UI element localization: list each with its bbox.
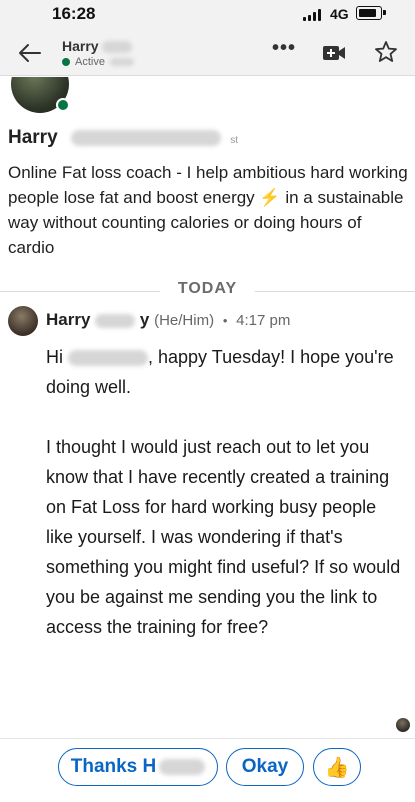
arrow-left-icon — [19, 44, 41, 62]
back-button[interactable] — [16, 40, 44, 66]
message-header: Harry y (He/Him) • 4:17 pm — [46, 310, 290, 330]
sender-avatar[interactable] — [8, 306, 38, 336]
redacted-text — [159, 759, 206, 775]
seen-receipt-avatar — [396, 718, 410, 732]
redacted-text — [109, 58, 134, 66]
profile-name-tail: st — [230, 135, 238, 146]
quick-reply-thumbs-up[interactable]: 👍 — [313, 748, 361, 786]
redacted-text — [102, 41, 133, 54]
quick-reply-okay[interactable]: Okay — [226, 748, 304, 786]
online-indicator-icon — [56, 98, 70, 112]
date-divider: TODAY — [0, 280, 415, 302]
profile-name[interactable]: Harry st — [8, 127, 238, 149]
quick-reply-okay-label: Okay — [241, 756, 289, 777]
video-call-button[interactable] — [320, 40, 348, 66]
conversation-header: Harry Active ••• — [0, 30, 415, 76]
message-time: 4:17 pm — [236, 312, 291, 329]
sender-pronouns: (He/Him) — [154, 312, 215, 329]
sender-name[interactable]: Harry — [46, 310, 90, 329]
lightning-icon: ⚡ — [259, 188, 281, 207]
profile-name-text: Harry — [8, 127, 58, 148]
quick-reply-thanks[interactable]: Thanks H — [58, 748, 218, 786]
online-dot-icon — [62, 58, 70, 66]
status-time: 16:28 — [52, 4, 96, 23]
signal-icon — [303, 9, 321, 21]
message-paragraph: I thought I would just reach out to let … — [46, 437, 401, 637]
sender-name-tail: y — [139, 310, 150, 329]
separator: • — [222, 313, 228, 328]
message-greeting: Hi , happy Tuesday! I hope you're doing … — [46, 342, 406, 402]
star-button[interactable] — [373, 39, 399, 65]
network-label: 4G — [330, 6, 349, 22]
profile-avatar[interactable] — [8, 77, 70, 115]
star-icon — [375, 41, 397, 62]
profile-headline: Online Fat loss coach - I help ambitious… — [8, 160, 408, 260]
redacted-text — [68, 350, 149, 367]
redacted-text — [95, 313, 136, 328]
thumbs-up-icon: 👍 — [324, 756, 350, 779]
battery-icon — [356, 6, 386, 20]
status-bar: 16:28 4G — [0, 0, 415, 30]
greeting-start: Hi — [46, 347, 63, 367]
presence-label: Active — [75, 56, 105, 68]
video-camera-icon — [323, 46, 345, 60]
contact-name-text: Harry — [62, 38, 99, 54]
more-options-icon[interactable]: ••• — [272, 38, 296, 64]
date-divider-label: TODAY — [160, 280, 255, 298]
presence-status: Active — [62, 56, 134, 68]
redacted-text — [70, 129, 221, 146]
quick-reply-thanks-label: Thanks H — [70, 756, 157, 777]
message-body: Hi , happy Tuesday! I hope you're doing … — [46, 342, 406, 642]
reply-divider — [0, 738, 415, 739]
contact-name[interactable]: Harry — [62, 38, 133, 54]
